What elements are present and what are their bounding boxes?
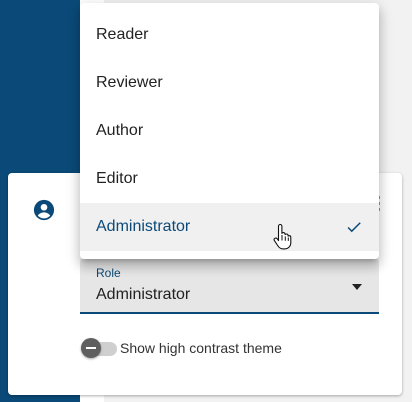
role-select[interactable]: Role Administrator — [80, 258, 379, 314]
check-icon — [347, 222, 361, 233]
caret-down-icon[interactable] — [352, 284, 362, 290]
high-contrast-toggle[interactable] — [81, 338, 117, 358]
menu-item-reviewer[interactable]: Reviewer — [80, 59, 379, 107]
menu-item-reader[interactable]: Reader — [80, 11, 379, 59]
hand-pointer-icon — [273, 224, 292, 250]
menu-item-label: Administrator — [96, 218, 191, 235]
role-label: Role — [96, 266, 121, 280]
toggle-thumb[interactable] — [81, 338, 101, 358]
menu-item-author[interactable]: Author — [80, 107, 379, 155]
menu-item-editor[interactable]: Editor — [80, 155, 379, 203]
role-dropdown-menu: Reader Reviewer Author Editor Administra… — [80, 3, 379, 259]
menu-item-administrator[interactable]: Administrator — [80, 203, 379, 251]
menu-item-label: Reader — [96, 26, 149, 43]
role-value: Administrator — [96, 286, 191, 303]
account-circle-icon — [33, 199, 55, 221]
high-contrast-label: Show high contrast theme — [120, 340, 282, 356]
menu-item-label: Reviewer — [96, 74, 163, 91]
menu-item-label: Editor — [96, 170, 138, 187]
menu-item-label: Author — [96, 122, 144, 139]
